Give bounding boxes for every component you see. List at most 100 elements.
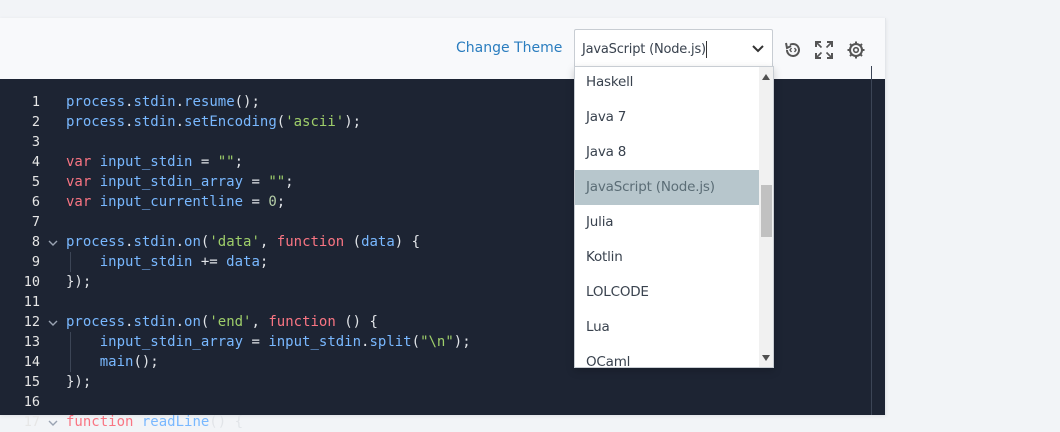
code-line: process.stdin.resume(); bbox=[66, 92, 260, 112]
language-option[interactable]: Java 7 bbox=[575, 100, 759, 135]
language-select-value: JavaScript (Node.js) bbox=[582, 42, 706, 57]
line-number: 13 bbox=[23, 334, 40, 350]
code-token: function bbox=[268, 314, 336, 330]
code-token: ; bbox=[234, 154, 244, 170]
dropdown-scrollbar-thumb[interactable] bbox=[761, 185, 772, 237]
code-token: 'ascii' bbox=[285, 114, 345, 130]
line-number: 7 bbox=[31, 214, 40, 230]
code-token: input_stdin bbox=[66, 254, 193, 270]
language-option[interactable]: Java 8 bbox=[575, 135, 759, 170]
language-option[interactable]: Julia bbox=[575, 205, 759, 240]
code-token: "" bbox=[268, 174, 286, 190]
code-token: input_stdin_array bbox=[66, 334, 244, 350]
code-token: ( bbox=[411, 334, 421, 350]
code-token: stdin bbox=[133, 234, 176, 250]
language-select[interactable]: JavaScript (Node.js) bbox=[574, 29, 773, 68]
line-number: 14 bbox=[23, 354, 40, 370]
fold-toggle-icon[interactable] bbox=[47, 317, 59, 329]
fold-toggle-icon[interactable] bbox=[47, 417, 59, 429]
indent-guide bbox=[70, 252, 71, 272]
code-token: 0 bbox=[268, 194, 277, 210]
code-token: , bbox=[251, 314, 269, 330]
line-number: 8 bbox=[31, 234, 40, 250]
code-token: process bbox=[66, 114, 126, 130]
code-line: }); bbox=[66, 372, 91, 392]
fold-toggle-icon[interactable] bbox=[47, 237, 59, 249]
code-token: . bbox=[175, 234, 185, 250]
code-token: ( bbox=[344, 234, 362, 250]
code-line: var input_stdin_array = ""; bbox=[66, 172, 294, 192]
code-token: process bbox=[66, 314, 126, 330]
code-token: 'end' bbox=[209, 314, 252, 330]
code-line: process.stdin.on('end', function () { bbox=[66, 312, 378, 332]
code-token: ; bbox=[259, 254, 269, 270]
text-cursor bbox=[706, 41, 707, 58]
code-token: (); bbox=[133, 354, 159, 370]
indent-guide bbox=[70, 332, 71, 372]
code-line: input_stdin_array = input_stdin.split("\… bbox=[66, 332, 471, 352]
language-option[interactable]: Haskell bbox=[575, 67, 759, 100]
code-token: input_stdin_array bbox=[99, 174, 244, 190]
code-token: data bbox=[226, 254, 260, 270]
line-number: 9 bbox=[31, 254, 40, 270]
code-token: "\n" bbox=[420, 334, 454, 350]
language-option[interactable]: Lua bbox=[575, 310, 759, 345]
settings-icon[interactable] bbox=[846, 40, 866, 60]
line-number: 15 bbox=[23, 374, 40, 390]
code-line: process.stdin.on('data', function (data)… bbox=[66, 232, 420, 252]
line-number: 4 bbox=[31, 154, 40, 170]
scroll-up-arrow-icon[interactable] bbox=[762, 74, 770, 80]
language-dropdown-list[interactable]: OCaml Lua LOLCODE Kotlin Julia JavaScript (No… bbox=[574, 66, 774, 368]
code-token: ; bbox=[276, 194, 286, 210]
code-token: () { bbox=[209, 414, 244, 430]
code-token: }); bbox=[66, 274, 92, 290]
code-token: input_currentline bbox=[99, 194, 244, 210]
page-top-strip bbox=[0, 0, 1060, 18]
code-token: 'data' bbox=[209, 234, 260, 250]
code-token: main bbox=[66, 354, 134, 370]
code-token: stdin bbox=[133, 114, 176, 130]
code-token: process bbox=[66, 94, 126, 110]
code-token: resume bbox=[184, 94, 235, 110]
change-theme-link[interactable]: Change Theme bbox=[456, 40, 562, 56]
code-token: }); bbox=[66, 374, 92, 390]
code-line: var input_stdin = ""; bbox=[66, 152, 243, 172]
code-token: (); bbox=[234, 94, 260, 110]
code-token: ( bbox=[276, 114, 286, 130]
code-line: var input_currentline = 0; bbox=[66, 192, 285, 212]
code-token: . bbox=[175, 114, 185, 130]
line-number: 10 bbox=[23, 274, 40, 290]
line-number: 6 bbox=[31, 194, 40, 210]
language-option[interactable]: LOLCODE bbox=[575, 275, 759, 310]
code-token: = bbox=[243, 194, 269, 210]
line-number: 3 bbox=[31, 134, 40, 150]
language-option[interactable]: JavaScript (Node.js) bbox=[575, 170, 759, 205]
code-token: split bbox=[369, 334, 412, 350]
fullscreen-icon[interactable] bbox=[814, 40, 834, 60]
code-token: = bbox=[243, 174, 269, 190]
line-number: 17 bbox=[23, 414, 40, 430]
reset-icon[interactable] bbox=[783, 40, 803, 60]
code-line: function readLine() { bbox=[66, 412, 243, 432]
code-token: process bbox=[66, 234, 126, 250]
code-token: "" bbox=[217, 154, 235, 170]
scroll-down-arrow-icon[interactable] bbox=[762, 355, 770, 361]
line-number: 12 bbox=[23, 314, 40, 330]
code-token: ) { bbox=[394, 234, 421, 250]
code-token: readLine bbox=[133, 414, 210, 430]
code-token: ); bbox=[344, 114, 362, 130]
code-token: ); bbox=[453, 334, 471, 350]
language-option[interactable]: OCaml bbox=[575, 345, 759, 367]
code-token: data bbox=[361, 234, 395, 250]
code-line: input_stdin += data; bbox=[66, 252, 269, 272]
code-token: = bbox=[243, 334, 269, 350]
code-token: input_stdin bbox=[268, 334, 362, 350]
editor-scrollbar-rail bbox=[871, 66, 872, 415]
code-token: stdin bbox=[133, 314, 176, 330]
code-token: var bbox=[66, 194, 100, 210]
language-option[interactable]: Kotlin bbox=[575, 240, 759, 275]
line-number: 11 bbox=[23, 294, 40, 310]
line-number: 16 bbox=[23, 394, 40, 410]
code-token: () { bbox=[335, 314, 378, 330]
line-number: 1 bbox=[31, 94, 40, 110]
